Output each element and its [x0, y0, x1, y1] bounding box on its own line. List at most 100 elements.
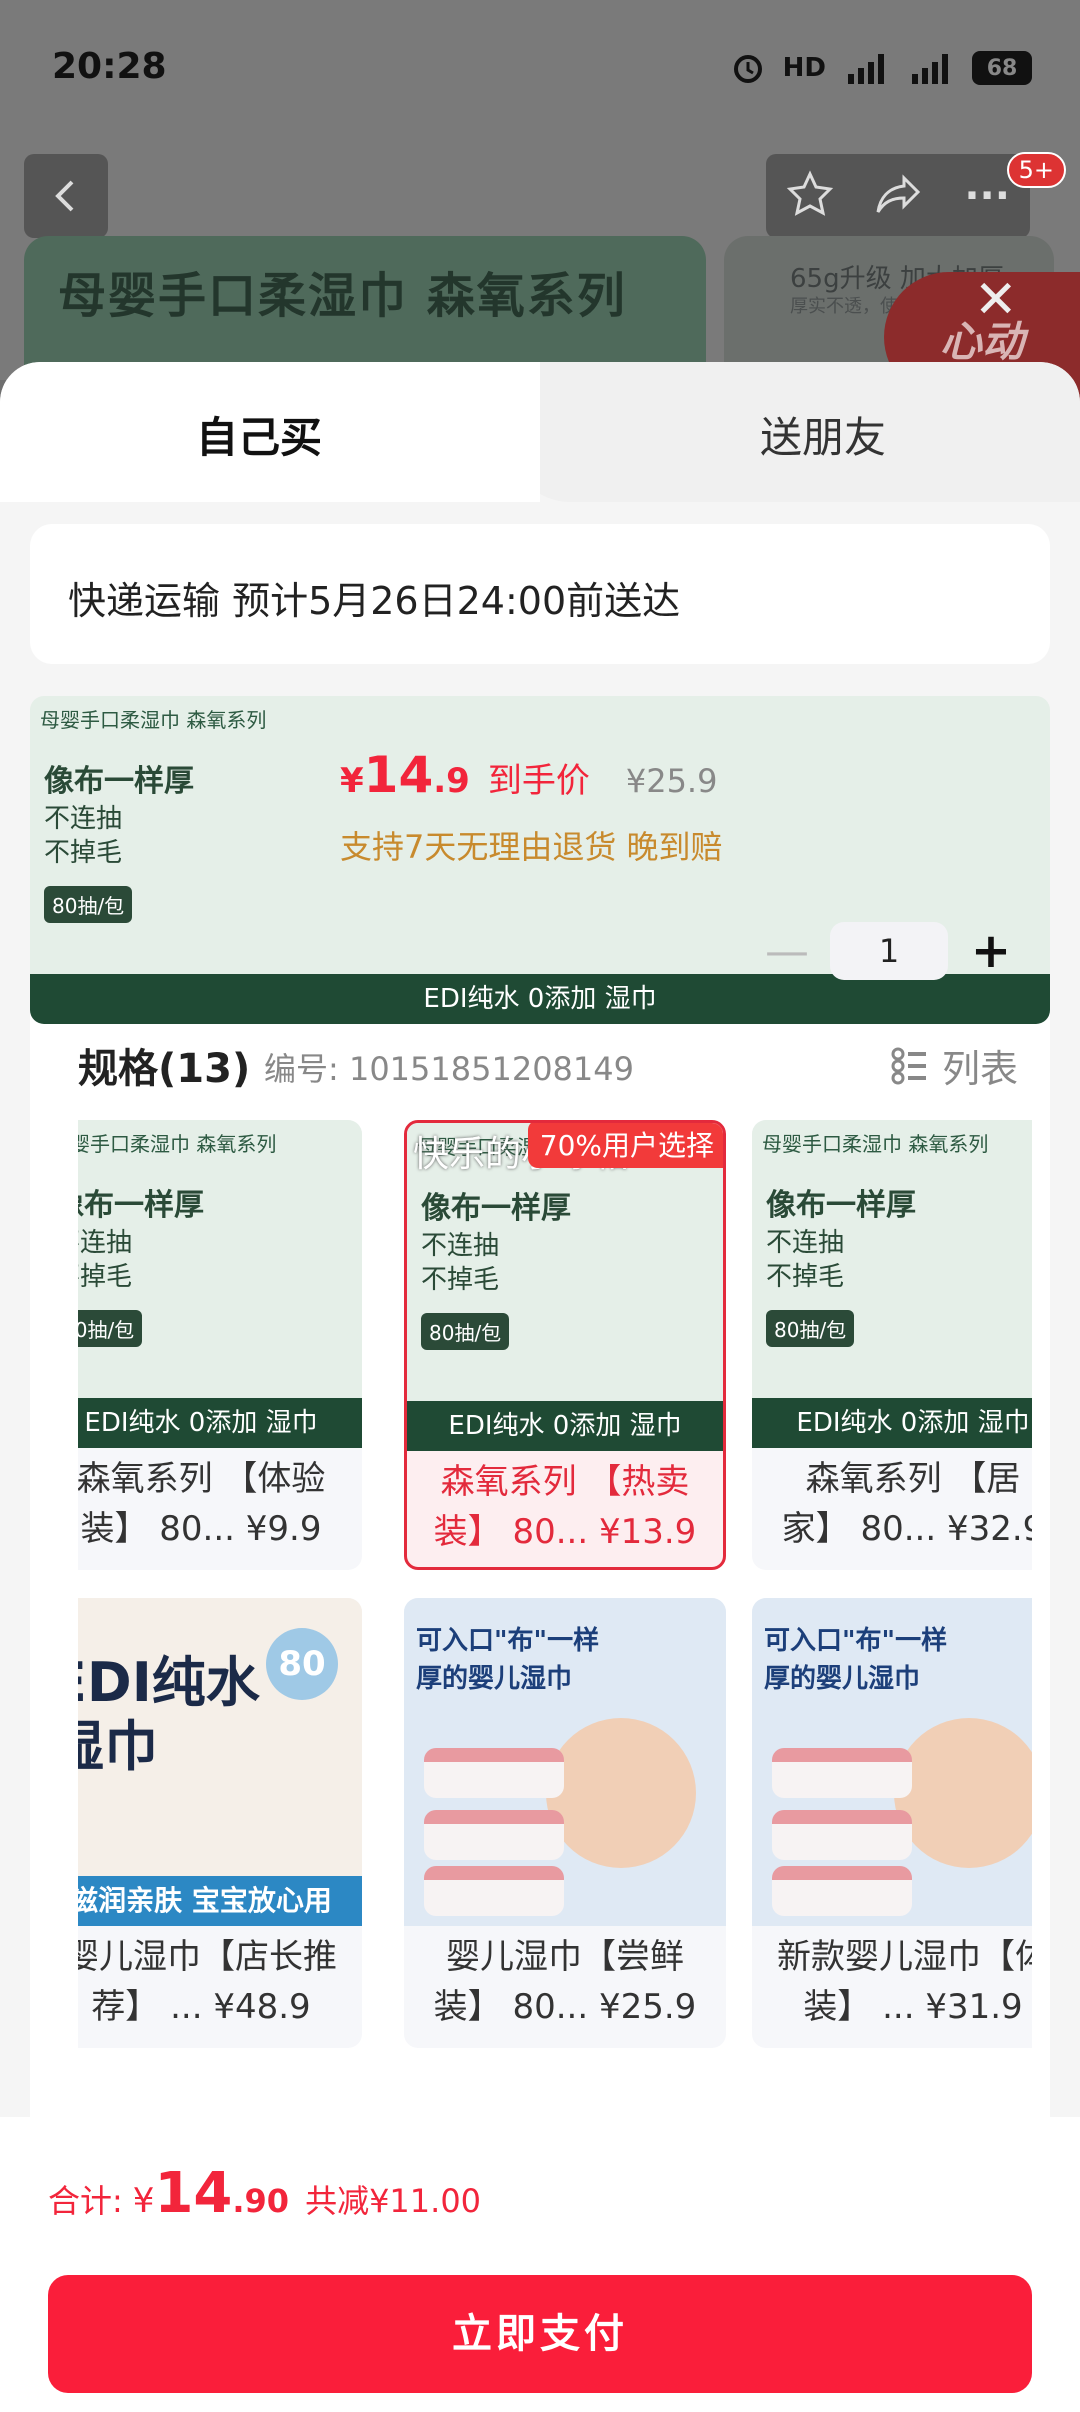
variant-grid: 母婴手口柔湿巾 森氧系列 像布一样厚 不连抽 不掉毛 80抽/包 EDI纯水 0… — [78, 1120, 1032, 2050]
variant-item[interactable]: 可入口"布"一样 厚的婴儿湿巾 婴儿湿巾【尝鲜 装】 80... ¥25.9 — [404, 1598, 726, 2048]
delivery-card: 快递运输 预计5月26日24:00前送达 — [30, 524, 1050, 664]
delivery-text: 快递运输 预计5月26日24:00前送达 — [68, 579, 681, 623]
original-price: ¥25.9 — [625, 762, 718, 800]
variant-image: EDI纯水 湿巾 80 滋润亲肤 宝宝放心用 — [78, 1598, 362, 1926]
variant-image-headline: 可入口"布"一样 厚的婴儿湿巾 — [764, 1626, 948, 1694]
variant-label-line1: 森氧系列 【居 — [805, 1459, 1021, 1499]
variant-item[interactable]: 可入口"布"一样 厚的婴儿湿巾 新款婴儿湿巾【体 装】 ... ¥31.9 — [752, 1598, 1032, 2048]
spec-title: 规格(13) — [78, 1046, 251, 1092]
variant-item[interactable]: EDI纯水 湿巾 80 滋润亲肤 宝宝放心用 婴儿湿巾【店长推 荐】 ... ¥… — [78, 1598, 362, 2048]
variant-image-slogan-2: 不连抽 不掉毛 — [766, 1228, 845, 1292]
status-bar: 20:28 HD 68 — [0, 0, 1080, 140]
baby-image — [546, 1718, 696, 1868]
wipes-pack-image — [772, 1866, 912, 1916]
price-decimal: .9 — [433, 761, 470, 801]
variant-image-foot: 滋润亲肤 宝宝放心用 — [78, 1876, 362, 1926]
baby-image — [894, 1718, 1032, 1868]
wipes-pack-image — [772, 1810, 912, 1860]
popular-badge: 70%用户选择 — [527, 1123, 723, 1168]
variant-label-line2: 装】 80... ¥13.9 — [433, 1512, 697, 1552]
variant-label-line2: 装】 80... ¥25.9 — [433, 1987, 697, 2027]
quantity-value[interactable]: 1 — [830, 922, 948, 980]
thumb-tag: 80抽/包 — [44, 886, 133, 923]
total-integer: 14 — [154, 2161, 233, 2226]
alarm-icon — [731, 51, 765, 85]
star-icon[interactable] — [786, 170, 834, 222]
variant-label: 森氧系列 【居 家】 80... ¥32.9 — [752, 1454, 1032, 1554]
5g-signal-icon — [844, 50, 890, 86]
list-view-toggle[interactable]: 列表 — [890, 1038, 1018, 1093]
variant-image: 可入口"布"一样 厚的婴儿湿巾 — [752, 1598, 1032, 1926]
variant-image-tag: 80抽/包 — [78, 1310, 143, 1347]
share-icon[interactable] — [874, 172, 924, 220]
variant-image-slogan: 像布一样厚 — [421, 1191, 571, 1226]
variant-label-line1: 森氧系列 【热卖 — [440, 1462, 690, 1502]
variant-label-line1: 婴儿湿巾【尝鲜 — [446, 1937, 684, 1977]
variant-image: 可入口"布"一样 厚的婴儿湿巾 — [404, 1598, 726, 1926]
variant-label-line1: 新款婴儿湿巾【体 — [777, 1937, 1032, 1977]
checkout-footer: 合计: ¥ 14 .90 共减¥11.00 立即支付 — [0, 2117, 1080, 2412]
increase-button[interactable]: + — [966, 923, 1016, 979]
variant-label: 森氧系列 【体验 装】 80... ¥9.9 — [78, 1454, 362, 1554]
variant-image: 母婴手口柔湿巾 森氧系列 像布一样厚 不连抽 不掉毛 80抽/包 EDI纯水 0… — [78, 1120, 362, 1448]
variant-image-band: 母婴手口柔湿巾 森氧系列 — [762, 1132, 989, 1156]
variant-image-tag: 80抽/包 — [766, 1310, 855, 1347]
spec-code: 编号: 10151851208149 — [264, 1050, 634, 1088]
thumb-foot: EDI纯水 0添加 湿巾 — [30, 974, 1050, 1024]
variant-label-line2: 家】 80... ¥32.9 — [781, 1509, 1032, 1549]
status-icons: HD 68 — [731, 50, 1032, 86]
total-currency: ¥ — [132, 2181, 155, 2221]
wipes-pack-image — [424, 1748, 564, 1798]
purchase-sheet: 自己买 送朋友 快递运输 预计5月26日24:00前送达 母婴手口柔湿巾 森氧系… — [0, 362, 1080, 2412]
price-row: ¥ 14 .9 到手价 ¥25.9 — [340, 746, 717, 804]
variant-image-pill: 80 — [266, 1628, 338, 1700]
variant-image-headline-2: 湿巾 — [78, 1715, 158, 1778]
price-integer: 14 — [363, 746, 434, 804]
variant-image-foot: EDI纯水 0添加 湿巾 — [78, 1398, 362, 1448]
variant-label: 婴儿湿巾【尝鲜 装】 80... ¥25.9 — [404, 1932, 726, 2032]
decrease-button[interactable]: — — [762, 926, 812, 977]
variant-item[interactable]: 母婴手口柔湿巾 森氧系列 像布一样厚 不连抽 不掉毛 80抽/包 EDI纯水 0… — [752, 1120, 1032, 1570]
back-button[interactable] — [24, 154, 108, 238]
quantity-stepper: — 1 + — [762, 922, 1016, 980]
price-currency: ¥ — [340, 761, 364, 801]
top-actions: ··· — [766, 154, 1030, 238]
variant-label: 婴儿湿巾【店长推 荐】 ... ¥48.9 — [78, 1932, 362, 2032]
variant-image-slogan: 像布一样厚 — [78, 1188, 204, 1223]
thumb-slogan: 像布一样厚 — [44, 764, 194, 799]
variant-label-line2: 装】 80... ¥9.9 — [80, 1509, 322, 1549]
variant-item-selected[interactable]: 母婴手口柔湿巾 森氧系列 像布一样厚 不连抽 不掉毛 80抽/包 EDI纯水 0… — [404, 1120, 726, 1570]
more-icon[interactable]: ··· — [964, 173, 1010, 219]
total-savings: 共减¥11.00 — [305, 2182, 482, 2220]
variant-image: 母婴手口柔湿巾 森氧系列 像布一样厚 不连抽 不掉毛 80抽/包 EDI纯水 0… — [407, 1123, 723, 1451]
variant-image: 母婴手口柔湿巾 森氧系列 像布一样厚 不连抽 不掉毛 80抽/包 EDI纯水 0… — [752, 1120, 1032, 1448]
chevron-left-icon — [55, 180, 74, 212]
total-label: 合计: — [48, 2182, 123, 2220]
wipes-pack-image — [424, 1810, 564, 1860]
variant-label-line2: 荐】 ... ¥48.9 — [91, 1987, 311, 2027]
variant-image-slogan-2: 不连抽 不掉毛 — [421, 1231, 500, 1295]
variant-image-headline: 可入口"布"一样 厚的婴儿湿巾 — [416, 1626, 600, 1694]
product-card: 母婴手口柔湿巾 森氧系列 像布一样厚 不连抽 不掉毛 80抽/包 EDI纯水 0… — [30, 696, 1050, 2176]
variant-image-foot: EDI纯水 0添加 湿巾 — [407, 1401, 723, 1451]
tab-self-label: 自己买 — [196, 413, 323, 462]
variant-label-line1: 婴儿湿巾【店长推 — [78, 1937, 337, 1977]
variant-image-slogan-2: 不连抽 不掉毛 — [78, 1228, 133, 1292]
list-label: 列表 — [941, 1047, 1018, 1091]
variant-image-tag: 80抽/包 — [421, 1313, 510, 1350]
variant-item[interactable]: 母婴手口柔湿巾 森氧系列 像布一样厚 不连抽 不掉毛 80抽/包 EDI纯水 0… — [78, 1120, 362, 1570]
total-row: 合计: ¥ 14 .90 共减¥11.00 — [48, 2161, 481, 2226]
variant-label-line1: 森氧系列 【体验 — [78, 1459, 326, 1499]
background-banner-title: 母婴手口柔湿巾 森氧系列 — [58, 268, 627, 324]
status-time: 20:28 — [52, 46, 167, 87]
thumb-slogan-2: 不连抽 不掉毛 — [44, 804, 123, 868]
spec-header: 规格(13) 编号: 10151851208149 列表 — [78, 1036, 1018, 1096]
list-icon — [891, 1047, 926, 1084]
price-label: 到手价 — [487, 761, 590, 801]
variant-label-line2: 装】 ... ¥31.9 — [803, 1987, 1023, 2027]
variant-image-slogan: 像布一样厚 — [766, 1188, 916, 1223]
close-icon[interactable]: ✕ — [974, 270, 1018, 330]
variant-image-foot: EDI纯水 0添加 湿巾 — [752, 1398, 1032, 1448]
total-decimal: .90 — [232, 2182, 290, 2220]
pay-now-button[interactable]: 立即支付 — [48, 2275, 1032, 2393]
